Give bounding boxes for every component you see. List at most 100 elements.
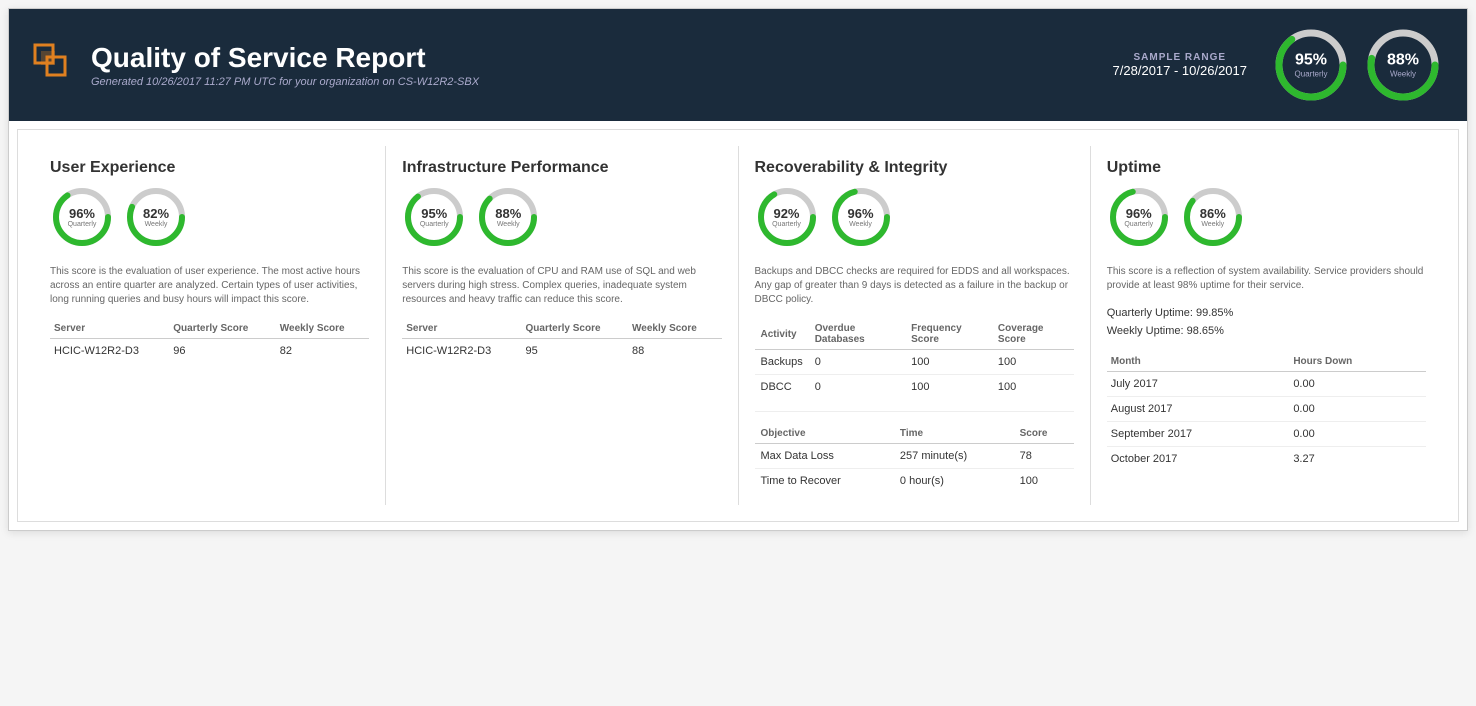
ue-col-weekly: Weekly Score xyxy=(276,319,369,339)
uptime-col-hours: Hours Down xyxy=(1289,352,1426,372)
header-left: Quality of Service Report Generated 10/2… xyxy=(33,42,479,88)
overall-quarterly-gauge: 95% Quarterly xyxy=(1271,25,1351,105)
ue-server: HCIC-W12R2-D3 xyxy=(50,339,169,364)
recov-divider xyxy=(755,411,1074,412)
recov-objective-table: Objective Time Score Max Data Loss257 mi… xyxy=(755,424,1074,493)
infra-title: Infrastructure Performance xyxy=(402,158,721,177)
recov-col-activity: Activity xyxy=(755,319,809,350)
section-user-experience: User Experience 96% Quarterly xyxy=(34,146,386,505)
recov-time: 0 hour(s) xyxy=(894,469,1014,494)
recov-weekly-gauge: 96% Weekly xyxy=(829,185,893,249)
table-row: DBCC0100100 xyxy=(755,375,1074,400)
table-row: HCIC-W12R2-D39682 xyxy=(50,339,369,364)
recov-weekly-label: Weekly xyxy=(847,221,873,228)
uptime-weekly-label: Weekly xyxy=(1200,221,1226,228)
recov-obj: Max Data Loss xyxy=(755,444,894,469)
header-right: SAMPLE RANGE 7/28/2017 - 10/26/2017 95% … xyxy=(1113,25,1443,105)
recov-quarterly-percent: 92% xyxy=(772,206,801,221)
recov-activity: Backups xyxy=(755,350,809,375)
report-title: Quality of Service Report xyxy=(91,42,479,74)
uptime-hours-val: 0.00 xyxy=(1289,397,1426,422)
report-subtitle: Generated 10/26/2017 11:27 PM UTC for yo… xyxy=(91,76,479,88)
recov-frequency: 100 xyxy=(905,375,992,400)
recov-quarterly-gauge: 92% Quarterly xyxy=(755,185,819,249)
infra-weekly-label: Weekly xyxy=(495,221,521,228)
table-row: Time to Recover0 hour(s)100 xyxy=(755,469,1074,494)
uptime-col-month: Month xyxy=(1107,352,1290,372)
table-row: July 20170.00 xyxy=(1107,372,1426,397)
ue-description: This score is the evaluation of user exp… xyxy=(50,265,369,307)
infra-weekly-percent: 88% xyxy=(495,206,521,221)
recov-overdue: 0 xyxy=(809,350,905,375)
recov-frequency: 100 xyxy=(905,350,992,375)
recov-gauges: 92% Quarterly 96% Weekly xyxy=(755,185,1074,249)
recov-activity-table: Activity Overdue Databases Frequency Sco… xyxy=(755,319,1074,399)
sample-range-label: SAMPLE RANGE xyxy=(1113,52,1247,63)
overall-quarterly-label: Quarterly xyxy=(1295,70,1328,79)
logo-icon xyxy=(33,43,77,87)
infra-quarterly-val: 95 xyxy=(522,339,629,364)
recov-title: Recoverability & Integrity xyxy=(755,158,1074,177)
overall-weekly-gauge: 88% Weekly xyxy=(1363,25,1443,105)
recov-col-score: Score xyxy=(1014,424,1074,444)
infra-weekly-gauge: 88% Weekly xyxy=(476,185,540,249)
infra-quarterly-gauge: 95% Quarterly xyxy=(402,185,466,249)
uptime-hours-val: 0.00 xyxy=(1289,422,1426,447)
uptime-hours-val: 0.00 xyxy=(1289,372,1426,397)
infra-quarterly-percent: 95% xyxy=(420,206,449,221)
recov-col-objective: Objective xyxy=(755,424,894,444)
sample-range: SAMPLE RANGE 7/28/2017 - 10/26/2017 xyxy=(1113,52,1247,78)
ue-weekly-val: 82 xyxy=(276,339,369,364)
recov-time: 257 minute(s) xyxy=(894,444,1014,469)
table-row: October 20173.27 xyxy=(1107,447,1426,472)
uptime-description: This score is a reflection of system ava… xyxy=(1107,265,1426,293)
ue-quarterly-gauge: 96% Quarterly xyxy=(50,185,114,249)
uptime-quarterly-percent: 96% xyxy=(1124,206,1153,221)
infra-gauges: 95% Quarterly 88% Weekly xyxy=(402,185,721,249)
overall-weekly-percent: 88% xyxy=(1387,52,1419,70)
recov-col-coverage: Coverage Score xyxy=(992,319,1074,350)
recov-coverage: 100 xyxy=(992,350,1074,375)
ue-weekly-gauge: 82% Weekly xyxy=(124,185,188,249)
sample-range-dates: 7/28/2017 - 10/26/2017 xyxy=(1113,63,1247,78)
ue-quarterly-val: 96 xyxy=(169,339,276,364)
recov-weekly-percent: 96% xyxy=(847,206,873,221)
infra-weekly-val: 88 xyxy=(628,339,721,364)
table-row: Max Data Loss257 minute(s)78 xyxy=(755,444,1074,469)
recov-score: 78 xyxy=(1014,444,1074,469)
uptime-month: July 2017 xyxy=(1107,372,1290,397)
ue-weekly-label: Weekly xyxy=(143,221,169,228)
main-content: User Experience 96% Quarterly xyxy=(17,129,1459,522)
infra-quarterly-label: Quarterly xyxy=(420,221,449,228)
uptime-quarterly-gauge: 96% Quarterly xyxy=(1107,185,1171,249)
header-gauges: 95% Quarterly 88% Weekly xyxy=(1271,25,1443,105)
ue-quarterly-label: Quarterly xyxy=(68,221,97,228)
recov-col-overdue: Overdue Databases xyxy=(809,319,905,350)
table-row: August 20170.00 xyxy=(1107,397,1426,422)
ue-quarterly-percent: 96% xyxy=(68,206,97,221)
uptime-month: August 2017 xyxy=(1107,397,1290,422)
table-row: Backups0100100 xyxy=(755,350,1074,375)
section-uptime: Uptime 96% Quarterly xyxy=(1091,146,1442,505)
ue-table: Server Quarterly Score Weekly Score HCIC… xyxy=(50,319,369,363)
table-row: HCIC-W12R2-D39588 xyxy=(402,339,721,364)
recov-score: 100 xyxy=(1014,469,1074,494)
ue-weekly-percent: 82% xyxy=(143,206,169,221)
recov-activity: DBCC xyxy=(755,375,809,400)
uptime-quarterly-text: Quarterly Uptime: 99.85% Weekly Uptime: … xyxy=(1107,305,1426,340)
recov-col-time: Time xyxy=(894,424,1014,444)
infra-table: Server Quarterly Score Weekly Score HCIC… xyxy=(402,319,721,363)
uptime-month: October 2017 xyxy=(1107,447,1290,472)
uptime-quarterly-label: Quarterly xyxy=(1124,221,1153,228)
uptime-table: Month Hours Down July 20170.00August 201… xyxy=(1107,352,1426,471)
infra-col-weekly: Weekly Score xyxy=(628,319,721,339)
section-infrastructure: Infrastructure Performance 95% Quarterly xyxy=(386,146,738,505)
uptime-weekly-percent: 86% xyxy=(1200,206,1226,221)
header: Quality of Service Report Generated 10/2… xyxy=(9,9,1467,121)
recov-description: Backups and DBCC checks are required for… xyxy=(755,265,1074,307)
recov-quarterly-label: Quarterly xyxy=(772,221,801,228)
ue-gauges: 96% Quarterly 82% Weekly xyxy=(50,185,369,249)
uptime-weekly-value: Weekly Uptime: 98.65% xyxy=(1107,323,1426,341)
ue-col-server: Server xyxy=(50,319,169,339)
header-title-block: Quality of Service Report Generated 10/2… xyxy=(91,42,479,88)
